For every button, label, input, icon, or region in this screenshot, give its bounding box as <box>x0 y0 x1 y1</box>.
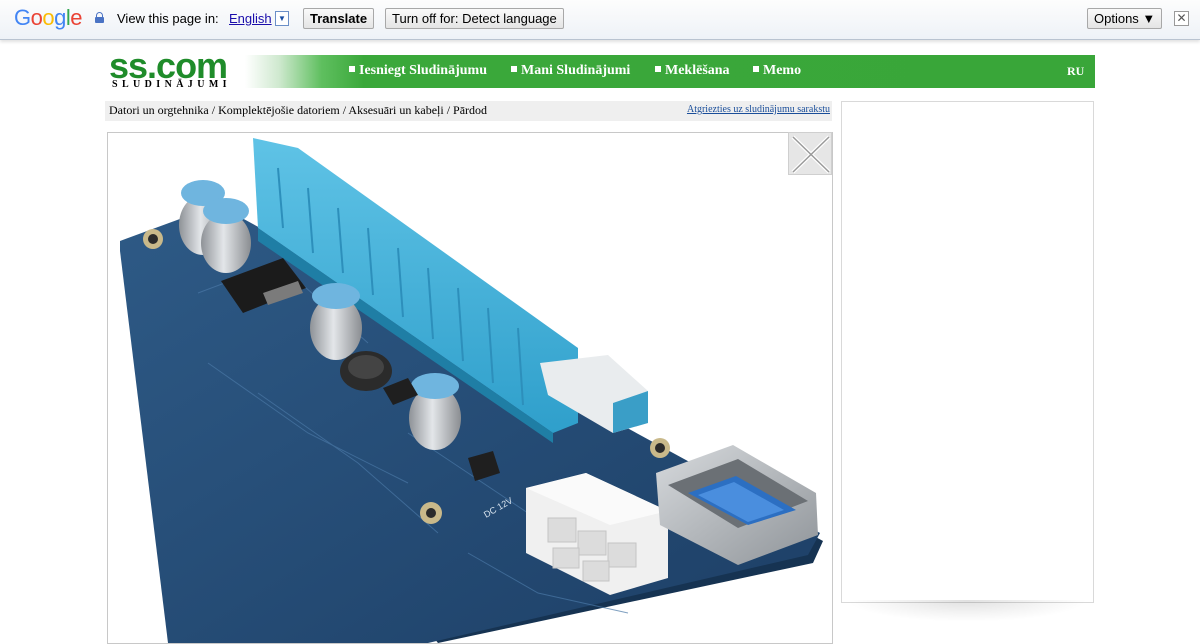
chevron-down-icon[interactable]: ▼ <box>275 11 289 26</box>
language-switch-ru[interactable]: RU <box>1067 64 1084 79</box>
nav-label: Iesniegt Sludinājumu <box>359 63 487 78</box>
view-page-in-label: View this page in: <box>117 11 219 26</box>
ad-panel-shadow <box>846 600 1088 622</box>
translate-button[interactable]: Translate <box>303 8 375 29</box>
ad-panel <box>841 101 1094 603</box>
translate-bar: Google View this page in: English ▼ Tran… <box>0 0 1200 40</box>
close-viewer-button[interactable] <box>788 132 832 175</box>
options-button[interactable]: Options ▼ <box>1087 8 1163 29</box>
lock-icon <box>95 12 104 23</box>
turn-off-button[interactable]: Turn off for: Detect language <box>385 8 564 29</box>
language-select[interactable]: English <box>229 11 272 26</box>
close-translate-bar-button[interactable]: ✕ <box>1174 11 1189 26</box>
logo-tagline: SLUDINĀJUMI <box>112 79 231 90</box>
nav-label: Mani Sludinājumi <box>521 63 631 78</box>
breadcrumb-path[interactable]: Datori un orgtehnika / Komplektējošie da… <box>109 103 487 118</box>
google-logo-letter: G <box>14 5 31 30</box>
close-icon <box>791 135 831 174</box>
image-viewer[interactable]: DC 12V <box>107 132 833 644</box>
google-logo-letter: o <box>42 5 55 30</box>
site-logo[interactable]: ss.com SLUDINĀJUMI <box>109 46 244 94</box>
google-logo: Google <box>14 5 83 31</box>
bullet-icon <box>349 66 355 72</box>
nav-label: Meklēšana <box>665 63 730 78</box>
breadcrumb: Datori un orgtehnika / Komplektējošie da… <box>105 101 832 121</box>
google-logo-letter: e <box>70 5 83 30</box>
nav-memo[interactable]: Memo <box>753 63 801 79</box>
back-to-list-link[interactable]: Atgriezties uz sludinājumu sarakstu <box>687 104 830 115</box>
nav-submit-ad[interactable]: Iesniegt Sludinājumu <box>349 63 487 79</box>
pcie-riser-card-icon: DC 12V <box>120 138 823 643</box>
nav-label: Memo <box>763 63 802 78</box>
bullet-icon <box>511 66 517 72</box>
nav-my-ads[interactable]: Mani Sludinājumi <box>511 63 630 79</box>
nav-search[interactable]: Meklēšana <box>655 63 730 79</box>
bullet-icon <box>753 66 759 72</box>
google-logo-letter: g <box>54 5 66 30</box>
google-logo-letter: o <box>30 5 43 30</box>
bullet-icon <box>655 66 661 72</box>
main-nav: Iesniegt Sludinājumu Mani Sludinājumi Me… <box>245 55 1095 88</box>
